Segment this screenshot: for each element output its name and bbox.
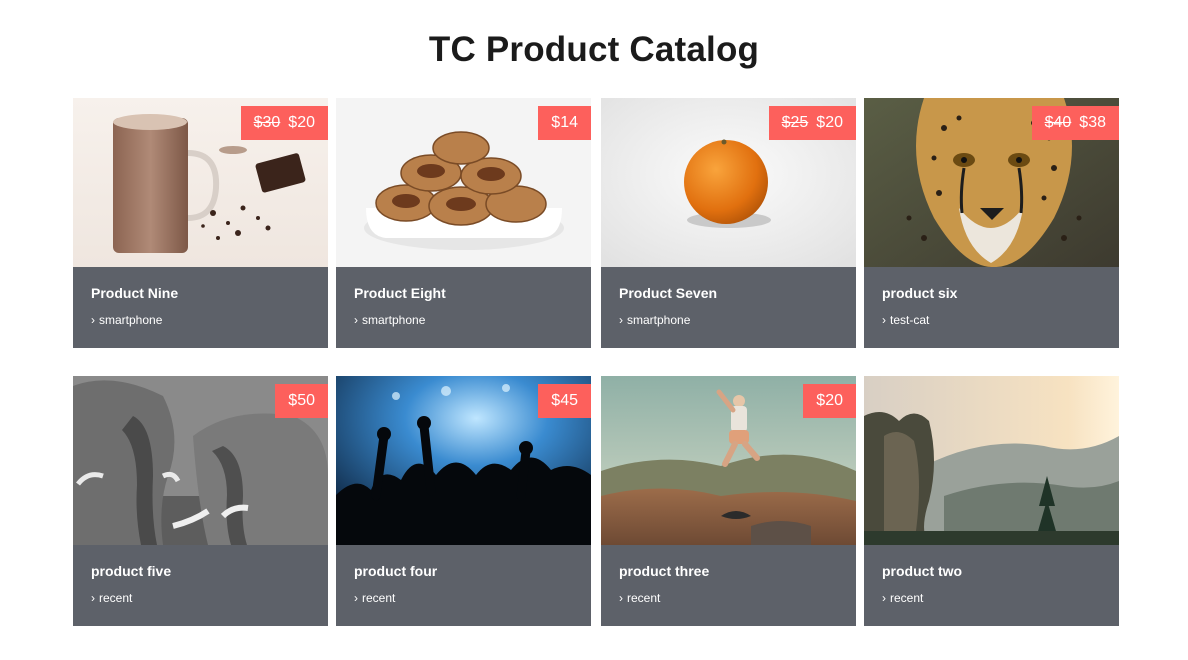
chevron-right-icon: › <box>91 591 95 605</box>
product-info: Product Nine › smartphone <box>73 267 328 348</box>
product-category[interactable]: › smartphone <box>354 313 425 327</box>
chevron-right-icon: › <box>882 591 886 605</box>
product-category[interactable]: › smartphone <box>619 313 690 327</box>
product-info: product three › recent <box>601 545 856 626</box>
product-card[interactable]: $14 Product Eight › smartphone <box>336 98 591 348</box>
category-label: recent <box>362 591 396 605</box>
category-label: recent <box>627 591 661 605</box>
chevron-right-icon: › <box>882 313 886 327</box>
product-info: product six › test-cat <box>864 267 1119 348</box>
price-badge: $14 <box>538 106 591 140</box>
current-price: $20 <box>816 392 843 409</box>
current-price: $45 <box>551 392 578 409</box>
product-name[interactable]: Product Nine <box>91 285 178 301</box>
product-info: Product Seven › smartphone <box>601 267 856 348</box>
chevron-right-icon: › <box>619 591 623 605</box>
product-info: product four › recent <box>336 545 591 626</box>
product-category[interactable]: › recent <box>619 591 660 605</box>
product-info: product five › recent <box>73 545 328 626</box>
current-price: $20 <box>816 114 843 131</box>
product-card[interactable]: $30 $20 Product Nine › smartphone <box>73 98 328 348</box>
price-badge: $45 <box>538 384 591 418</box>
product-name[interactable]: product four <box>354 563 437 579</box>
category-label: test-cat <box>890 313 930 327</box>
product-card[interactable]: $45 product four › recent <box>336 376 591 626</box>
category-label: smartphone <box>627 313 691 327</box>
old-price: $30 <box>253 114 281 131</box>
product-name[interactable]: Product Eight <box>354 285 446 301</box>
product-info: Product Eight › smartphone <box>336 267 591 348</box>
product-card[interactable]: $50 product five › recent <box>73 376 328 626</box>
old-price: $25 <box>781 114 809 131</box>
product-card[interactable]: $40 $38 product six › test-cat <box>864 98 1119 348</box>
price-badge: $40 $38 <box>1031 106 1119 140</box>
current-price: $14 <box>551 114 578 131</box>
product-category[interactable]: › recent <box>354 591 395 605</box>
price-badge: $20 <box>803 384 856 418</box>
product-category[interactable]: › smartphone <box>91 313 162 327</box>
chevron-right-icon: › <box>619 313 623 327</box>
product-card[interactable]: $20 product three › recent <box>601 376 856 626</box>
product-name[interactable]: product two <box>882 563 962 579</box>
product-name[interactable]: product six <box>882 285 957 301</box>
product-info: product two › recent <box>864 545 1119 626</box>
product-name[interactable]: product five <box>91 563 171 579</box>
category-label: recent <box>890 591 924 605</box>
product-name[interactable]: product three <box>619 563 709 579</box>
old-price: $40 <box>1044 114 1072 131</box>
price-badge: $25 $20 <box>768 106 856 140</box>
chevron-right-icon: › <box>354 313 358 327</box>
page-title: TC Product Catalog <box>428 30 760 69</box>
product-category[interactable]: › recent <box>882 591 923 605</box>
chevron-right-icon: › <box>354 591 358 605</box>
product-name[interactable]: Product Seven <box>619 285 717 301</box>
product-card[interactable]: $25 $20 Product Seven › smartphone <box>601 98 856 348</box>
category-label: recent <box>99 591 133 605</box>
chevron-right-icon: › <box>91 313 95 327</box>
product-category[interactable]: › recent <box>91 591 132 605</box>
current-price: $38 <box>1079 114 1106 131</box>
category-label: smartphone <box>362 313 426 327</box>
product-image-mountains[interactable] <box>864 376 1119 545</box>
price-badge: $30 $20 <box>240 106 328 140</box>
product-category[interactable]: › test-cat <box>882 313 929 327</box>
product-card[interactable]: product two › recent <box>864 376 1119 626</box>
category-label: smartphone <box>99 313 163 327</box>
current-price: $50 <box>288 392 315 409</box>
current-price: $20 <box>288 114 315 131</box>
price-badge: $50 <box>275 384 328 418</box>
